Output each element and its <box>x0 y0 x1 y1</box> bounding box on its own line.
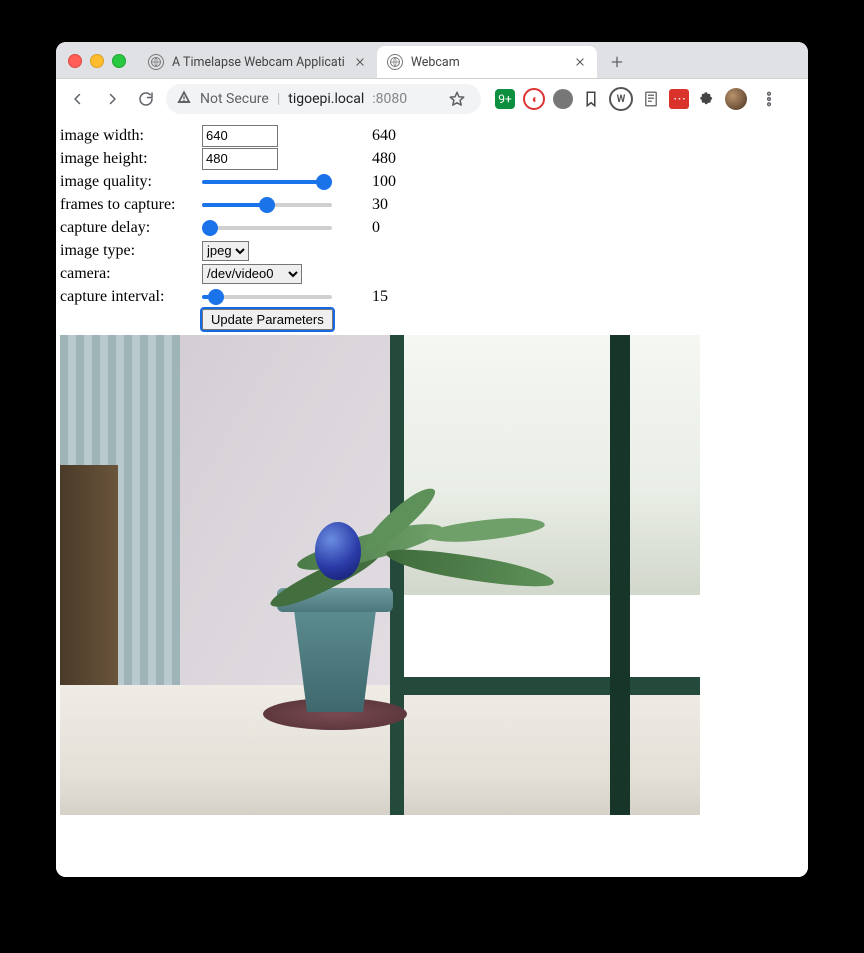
browser-menu-icon[interactable] <box>755 85 783 113</box>
value-capture-interval: 15 <box>372 288 452 306</box>
label-frames-to-capture: frames to capture: <box>60 196 202 214</box>
extensions: 9+ ◖ W ⋯ <box>495 85 783 113</box>
slider-capture-interval[interactable] <box>202 288 332 306</box>
back-button[interactable] <box>64 85 92 113</box>
tab-title: A Timelapse Webcam Applicati <box>172 55 345 70</box>
slider-image-quality[interactable] <box>202 173 332 191</box>
label-camera: camera: <box>60 265 202 283</box>
tab-webcam[interactable]: Webcam <box>377 46 597 78</box>
extension-icon[interactable]: 9+ <box>495 89 515 109</box>
tab-title: Webcam <box>411 55 565 70</box>
select-image-type[interactable]: jpeg <box>202 241 249 261</box>
forward-button[interactable] <box>98 85 126 113</box>
globe-icon <box>387 54 403 70</box>
value-image-height: 480 <box>372 150 452 168</box>
bookmark-star-icon[interactable] <box>443 85 471 113</box>
close-tab-icon[interactable] <box>353 55 367 69</box>
extension-icon[interactable]: ◖ <box>523 88 545 110</box>
webcam-image <box>60 335 700 815</box>
address-bar[interactable]: Not Secure | tigoepi.local :8080 <box>166 84 481 114</box>
close-window-button[interactable] <box>68 54 82 68</box>
parameters-form: image width: 640 image height: 480 image… <box>56 118 808 331</box>
tab-strip: A Timelapse Webcam Applicati Webcam <box>138 42 808 78</box>
label-image-width: image width: <box>60 127 202 145</box>
url-host: tigoepi.local <box>288 91 364 107</box>
value-image-quality: 100 <box>372 173 452 191</box>
new-tab-button[interactable] <box>603 48 631 76</box>
close-tab-icon[interactable] <box>573 55 587 69</box>
slider-capture-delay[interactable] <box>202 219 332 237</box>
globe-icon <box>148 54 164 70</box>
toolbar: Not Secure | tigoepi.local :8080 9+ ◖ W ⋯ <box>56 79 808 120</box>
update-parameters-button[interactable]: Update Parameters <box>202 309 333 330</box>
extension-icon[interactable] <box>553 89 573 109</box>
slider-frames-to-capture[interactable] <box>202 196 332 214</box>
label-image-type: image type: <box>60 242 202 260</box>
label-image-height: image height: <box>60 150 202 168</box>
reload-button[interactable] <box>132 85 160 113</box>
fullscreen-window-button[interactable] <box>112 54 126 68</box>
extension-icon[interactable]: W <box>609 87 633 111</box>
window-controls <box>56 54 138 78</box>
label-capture-interval: capture interval: <box>60 288 202 306</box>
titlebar: A Timelapse Webcam Applicati Webcam <box>56 42 808 79</box>
input-image-height[interactable] <box>202 148 278 170</box>
select-camera[interactable]: /dev/video0 <box>202 264 302 284</box>
label-image-quality: image quality: <box>60 173 202 191</box>
extension-icon[interactable] <box>581 89 601 109</box>
extensions-menu-icon[interactable] <box>697 89 717 109</box>
value-capture-delay: 0 <box>372 219 452 237</box>
input-image-width[interactable] <box>202 125 278 147</box>
extension-icon[interactable]: ⋯ <box>669 89 689 109</box>
tab-timelapse[interactable]: A Timelapse Webcam Applicati <box>138 46 377 78</box>
security-label: Not Secure <box>200 91 269 107</box>
not-secure-icon <box>176 89 192 109</box>
minimize-window-button[interactable] <box>90 54 104 68</box>
extension-icon[interactable] <box>641 89 661 109</box>
value-frames-to-capture: 30 <box>372 196 452 214</box>
separator: | <box>277 91 280 107</box>
label-capture-delay: capture delay: <box>60 219 202 237</box>
value-image-width: 640 <box>372 127 452 145</box>
page-content: image width: 640 image height: 480 image… <box>56 118 808 877</box>
profile-avatar[interactable] <box>725 88 747 110</box>
browser-window: A Timelapse Webcam Applicati Webcam <box>56 42 808 877</box>
url-port: :8080 <box>372 91 407 107</box>
